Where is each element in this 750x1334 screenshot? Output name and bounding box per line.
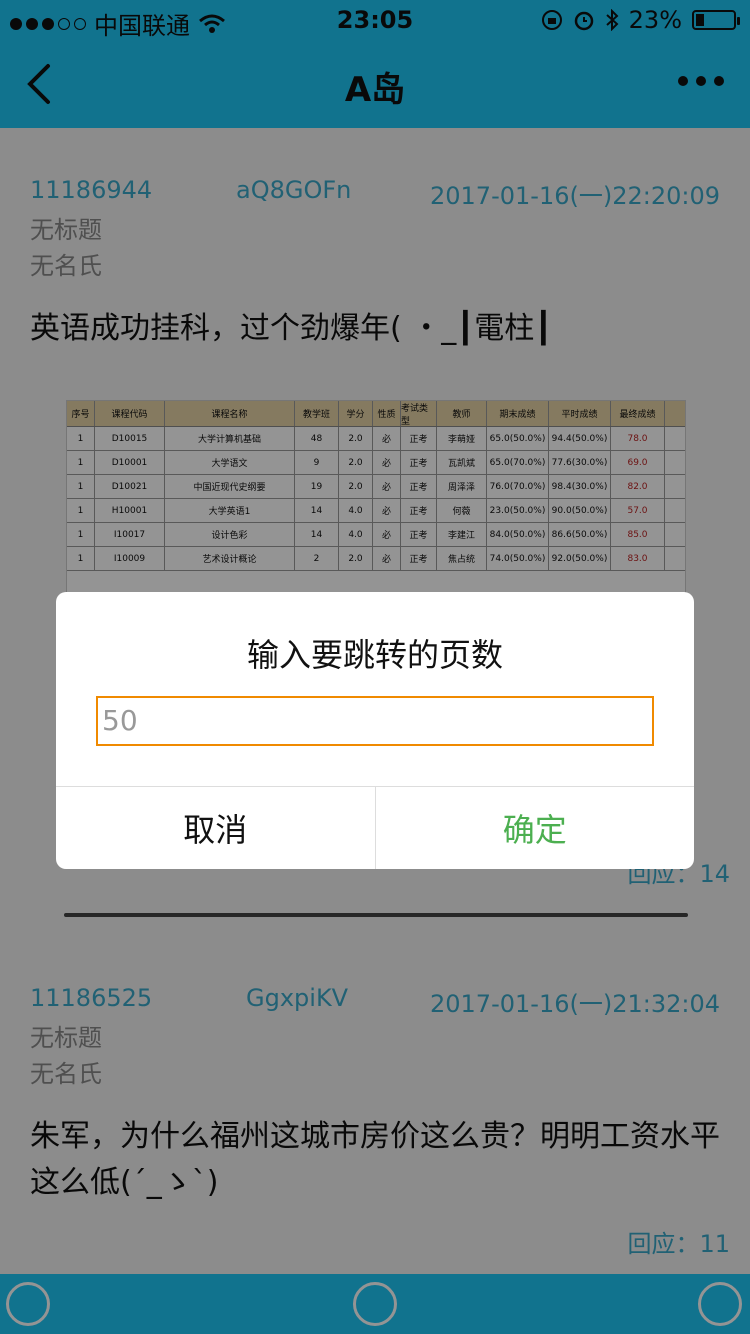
- cancel-button[interactable]: 取消: [56, 787, 376, 869]
- page-number-input[interactable]: 50: [96, 696, 654, 746]
- confirm-button[interactable]: 确定: [376, 787, 695, 869]
- dialog-buttons: 取消 确定: [56, 786, 694, 869]
- jump-page-dialog: 输入要跳转的页数 50 取消 确定: [56, 592, 694, 869]
- dialog-title: 输入要跳转的页数: [246, 636, 503, 674]
